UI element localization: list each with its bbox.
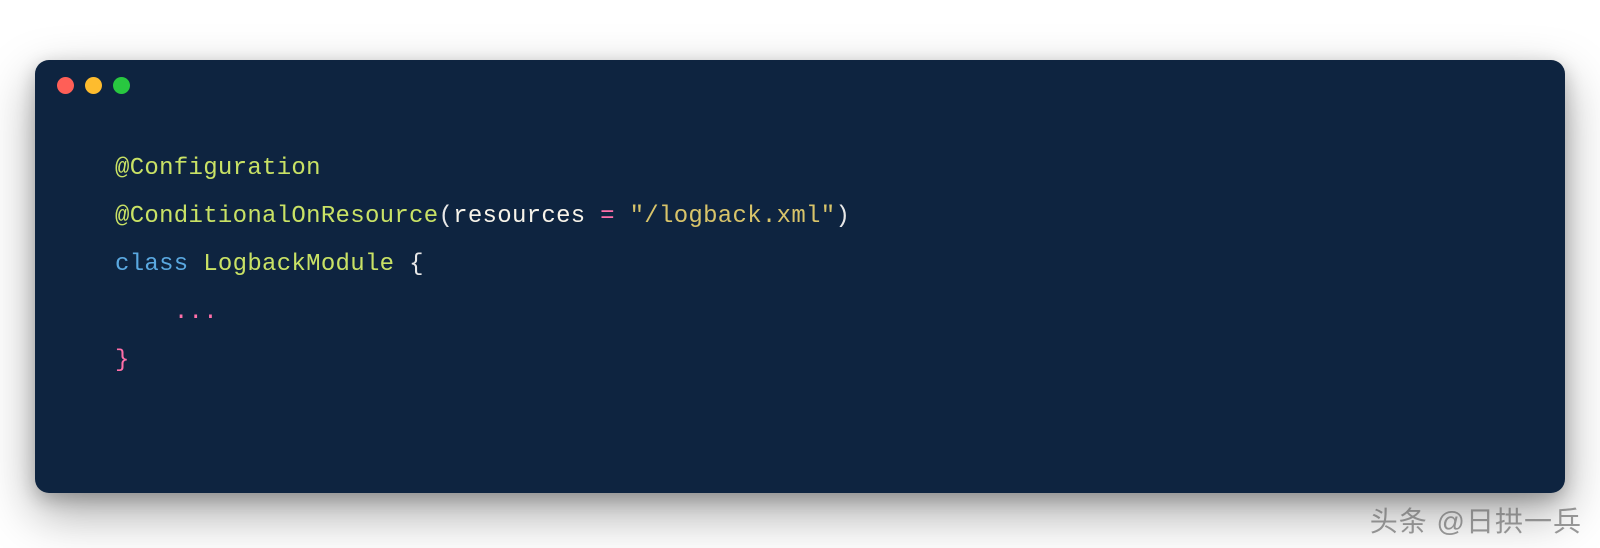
closebrace-token: } [115,347,130,374]
code-line-2: @ConditionalOnResource(resources = "/log… [115,193,1485,241]
string-token: "/logback.xml" [630,203,836,230]
code-line-4: ... [115,289,1485,337]
brace-token: { [409,251,424,278]
paren-token: ( [438,203,453,230]
maximize-icon[interactable] [113,77,130,94]
code-content: @Configuration @ConditionalOnResource(re… [35,110,1565,405]
minimize-icon[interactable] [85,77,102,94]
code-line-5: } [115,337,1485,385]
paren-token: ) [835,203,850,230]
param-token: resources [453,203,585,230]
watermark-text: 头条 @日拱一兵 [1370,500,1582,540]
operator-token: = [585,203,629,230]
close-icon[interactable] [57,77,74,94]
annotation-token: @Configuration [115,155,321,182]
code-line-3: class LogbackModule { [115,241,1485,289]
code-window: @Configuration @ConditionalOnResource(re… [35,60,1565,493]
classname-token: LogbackModule [203,251,394,278]
window-titlebar [35,60,1565,110]
code-line-1: @Configuration [115,145,1485,193]
ellipsis-token: ... [174,299,218,326]
keyword-token: class [115,251,189,278]
annotation-token: @ConditionalOnResource [115,203,438,230]
